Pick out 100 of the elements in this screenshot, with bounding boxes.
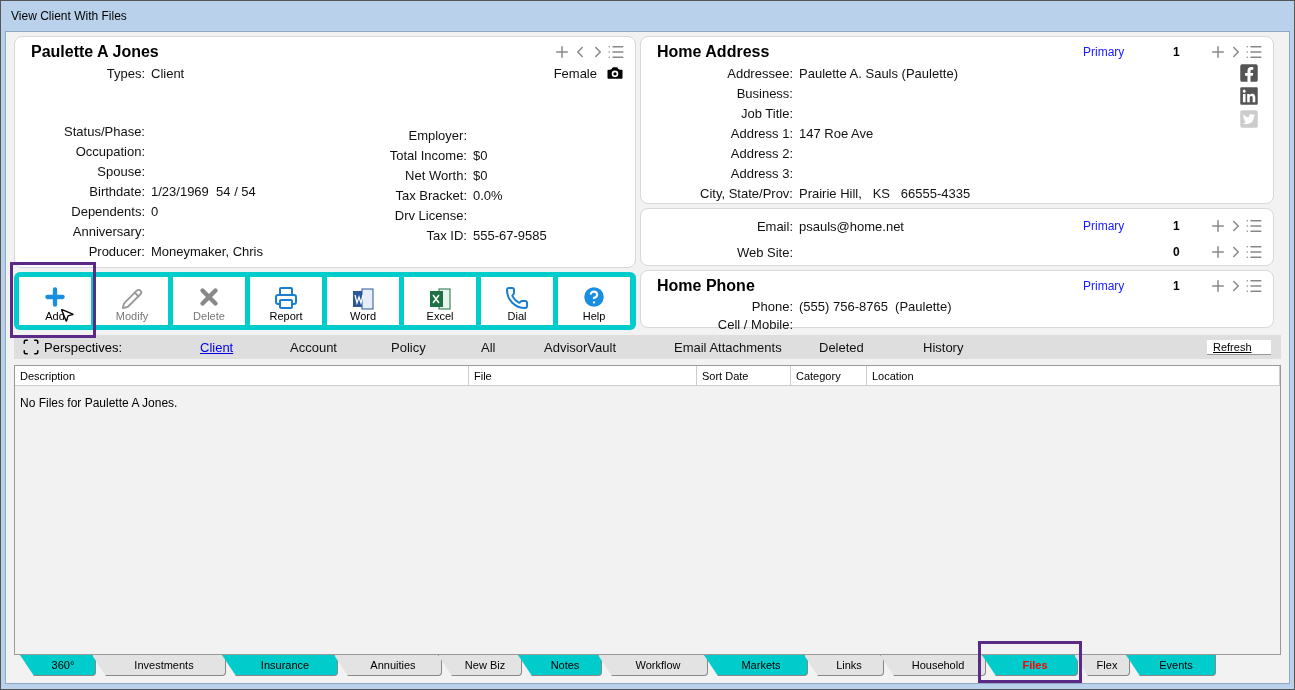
count-text: 1 bbox=[1173, 219, 1181, 233]
count-text: 0 bbox=[1173, 245, 1181, 259]
expand-icon[interactable] bbox=[22, 338, 40, 356]
tab[interactable]: Annuities bbox=[334, 655, 442, 676]
field-label: Dependents: bbox=[70, 203, 146, 219]
perspective-link[interactable]: Policy bbox=[391, 339, 426, 355]
perspective-link[interactable]: Account bbox=[290, 339, 337, 355]
add-icon[interactable] bbox=[1209, 243, 1227, 261]
perspective-link[interactable]: All bbox=[481, 339, 496, 355]
spreadsheet-icon bbox=[429, 288, 451, 310]
column-header[interactable]: File bbox=[469, 366, 697, 385]
field-value: 1/23/1969 54 / 54 bbox=[151, 183, 256, 199]
field-value: 0 bbox=[151, 203, 159, 219]
field-label: Total Income: bbox=[388, 147, 468, 163]
field-label: Job Title: bbox=[739, 105, 794, 121]
column-header[interactable]: Sort Date bbox=[697, 366, 791, 385]
add-icon[interactable] bbox=[1209, 277, 1227, 295]
tab[interactable]: Insurance bbox=[222, 655, 338, 676]
field-label: Web Site: bbox=[735, 244, 794, 260]
plus-icon bbox=[42, 284, 68, 310]
primary-label: Primary bbox=[1083, 219, 1126, 233]
help-icon bbox=[581, 284, 607, 310]
column-header[interactable]: Description bbox=[15, 366, 469, 385]
linkedin-icon[interactable] bbox=[1239, 86, 1259, 106]
tab[interactable]: Flex bbox=[1074, 655, 1130, 676]
field-label: Tax ID: bbox=[425, 227, 468, 243]
phone-icon bbox=[505, 286, 529, 310]
column-header[interactable]: Location bbox=[867, 366, 1280, 385]
pencil-icon bbox=[121, 288, 143, 310]
count-text: 1 bbox=[1173, 279, 1181, 293]
tab[interactable]: Links bbox=[804, 655, 884, 676]
document-icon bbox=[352, 288, 374, 310]
column-header[interactable]: Category bbox=[791, 366, 867, 385]
section-title: Home Phone bbox=[657, 277, 755, 295]
field-label: Business: bbox=[735, 85, 794, 101]
field-label: Email: bbox=[755, 218, 794, 234]
field-label: Address 2: bbox=[729, 145, 794, 161]
field-label: Types: bbox=[105, 65, 146, 81]
perspective-link[interactable]: Client bbox=[200, 339, 234, 355]
add-icon[interactable] bbox=[1209, 217, 1227, 235]
field-value: $0 bbox=[473, 147, 488, 163]
field-label: Drv License: bbox=[393, 207, 468, 223]
tab[interactable]: Notes bbox=[518, 655, 602, 676]
field-label: City, State/Prov: bbox=[699, 185, 794, 201]
field-value: Moneymaker, Chris bbox=[151, 243, 263, 259]
toolbar-button[interactable]: Excel bbox=[404, 277, 476, 325]
field-value: Client bbox=[151, 65, 185, 81]
tab[interactable]: 360° bbox=[20, 655, 96, 676]
section-title: Home Address bbox=[657, 43, 770, 61]
add-icon[interactable] bbox=[1209, 43, 1227, 61]
list-icon[interactable] bbox=[1245, 243, 1263, 261]
field-label: Status/Phase: bbox=[63, 123, 146, 139]
tab[interactable]: Workflow bbox=[598, 655, 708, 676]
field-label: Birthdate: bbox=[88, 183, 146, 199]
client-name: Paulette A Jones bbox=[31, 43, 159, 61]
list-icon[interactable] bbox=[1245, 277, 1263, 295]
field-label: Anniversary: bbox=[71, 223, 146, 239]
tab[interactable]: Household bbox=[880, 655, 986, 676]
perspective-link[interactable]: Deleted bbox=[819, 339, 864, 355]
field-label: Tax Bracket: bbox=[394, 187, 468, 203]
list-icon[interactable] bbox=[1245, 217, 1263, 235]
field-label: Net Worth: bbox=[404, 167, 468, 183]
facebook-icon[interactable] bbox=[1239, 63, 1259, 83]
tab[interactable]: Events bbox=[1126, 655, 1216, 676]
field-label: Cell / Mobile: bbox=[716, 316, 794, 332]
field-label: Addressee: bbox=[726, 65, 794, 81]
perspectives-label: Perspectives: bbox=[44, 339, 123, 355]
field-value: psauls@home.net bbox=[799, 218, 904, 234]
field-value: Prairie Hill, KS 66555-4335 bbox=[799, 185, 971, 201]
toolbar-button[interactable]: Word bbox=[327, 277, 399, 325]
toolbar-button[interactable]: Help bbox=[558, 277, 630, 325]
tab[interactable]: Markets bbox=[704, 655, 808, 676]
field-value: Paulette A. Sauls (Paulette) bbox=[799, 65, 958, 81]
field-label: Address 1: bbox=[729, 125, 794, 141]
add-icon[interactable] bbox=[553, 43, 571, 61]
field-value: $0 bbox=[473, 167, 488, 183]
refresh-button[interactable]: Refresh bbox=[1207, 339, 1271, 355]
field-label: Employer: bbox=[407, 127, 468, 143]
tab[interactable]: New Biz bbox=[438, 655, 522, 676]
field-label: Spouse: bbox=[96, 163, 146, 179]
primary-label: Primary bbox=[1083, 45, 1126, 59]
perspective-link[interactable]: History bbox=[923, 339, 964, 355]
count-text: 1 bbox=[1173, 45, 1181, 59]
field-value: 147 Roe Ave bbox=[799, 125, 874, 141]
window-title: View Client With Files bbox=[11, 9, 127, 23]
field-value: 555-67-9585 bbox=[473, 227, 547, 243]
list-icon[interactable] bbox=[1245, 43, 1263, 61]
gender-text: Female bbox=[553, 65, 597, 81]
toolbar-button[interactable]: Report bbox=[250, 277, 322, 325]
toolbar-button[interactable]: Dial bbox=[481, 277, 553, 325]
field-label: Occupation: bbox=[74, 143, 146, 159]
field-label: Phone: bbox=[750, 298, 794, 314]
tab[interactable]: Investments bbox=[92, 655, 226, 676]
field-value: 0.0% bbox=[473, 187, 503, 203]
perspective-link[interactable]: Email Attachments bbox=[674, 339, 782, 355]
field-label: Address 3: bbox=[729, 165, 794, 181]
perspective-link[interactable]: AdvisorVault bbox=[544, 339, 616, 355]
field-label: Producer: bbox=[87, 243, 146, 259]
printer-icon bbox=[274, 286, 298, 310]
primary-label: Primary bbox=[1083, 279, 1126, 293]
